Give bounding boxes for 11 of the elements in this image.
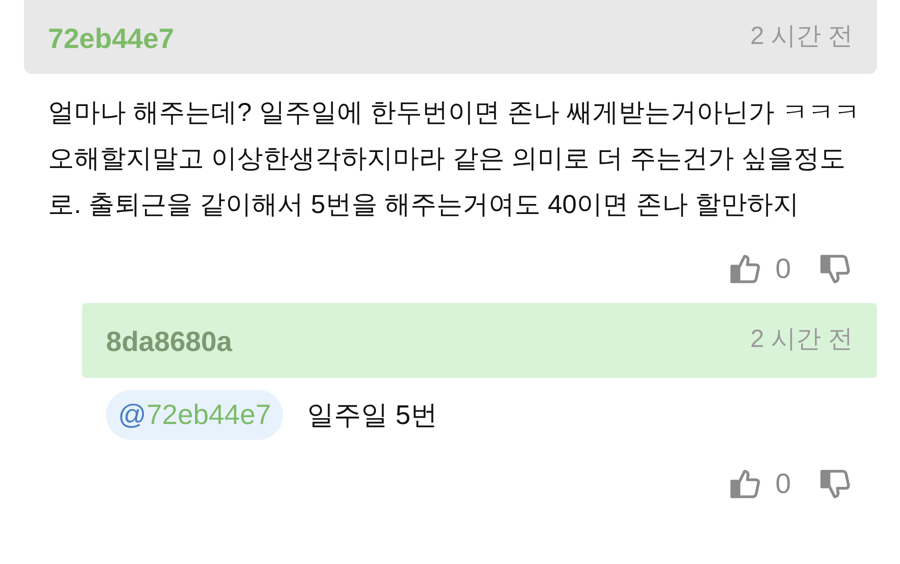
thumbs-down-icon[interactable]: [819, 467, 853, 501]
author-name[interactable]: 72eb44e7: [48, 18, 174, 60]
like-count: 0: [775, 467, 791, 501]
reply-text: 일주일 5번: [307, 398, 438, 432]
timestamp: 2 시간 전: [750, 21, 853, 52]
author-name[interactable]: 8da8680a: [106, 321, 232, 363]
like-count: 0: [775, 252, 791, 286]
thumbs-down-icon[interactable]: [819, 252, 853, 286]
comment-text: 얼마나 해주는데? 일주일에 한두번이면 존나 쌔게받는거아닌가 ㅋㅋㅋ 오해할지말고 이상한생각하지마라 같은 의미로 더 주는건가 싶을정도로. 출퇴근을 같이해서 5번을 해주는거여도 40이면 존나 할만하지: [47, 96, 861, 221]
mention-chip[interactable]: @72eb44e7: [106, 390, 284, 440]
timestamp: 2 시간 전: [750, 324, 853, 355]
